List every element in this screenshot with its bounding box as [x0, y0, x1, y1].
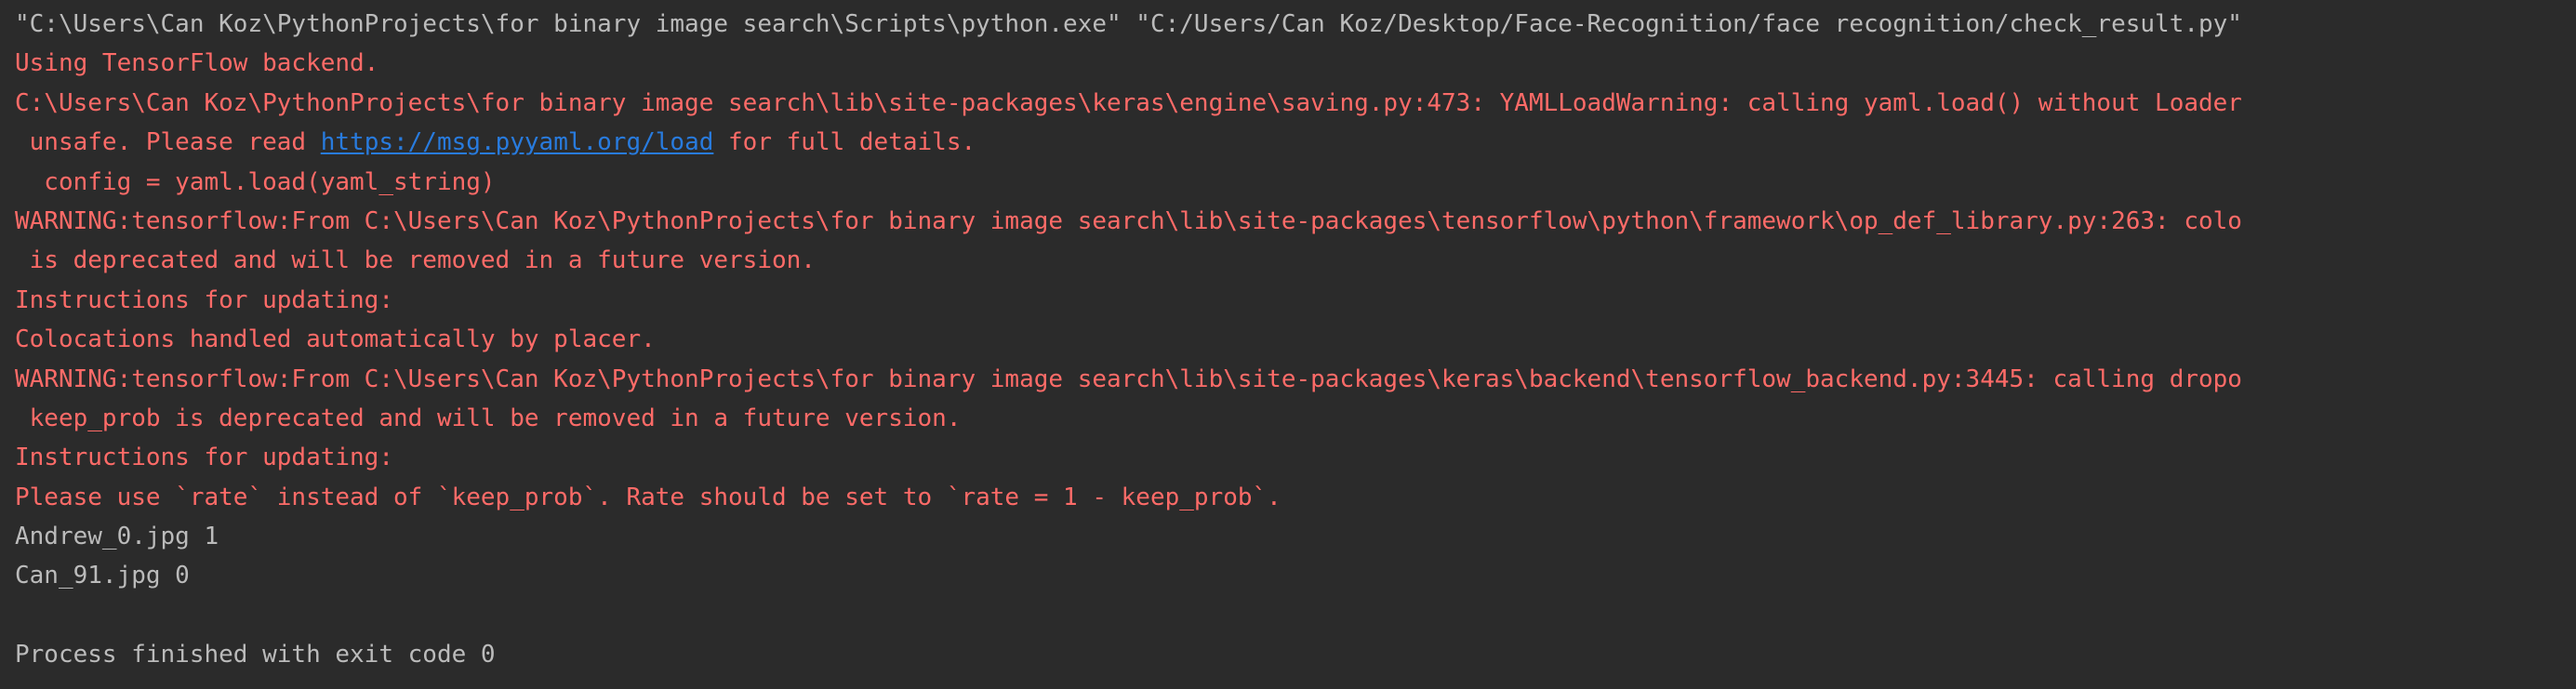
console-line-stderr: Please use `rate` instead of `keep_prob`… [15, 478, 2576, 517]
console-line-stderr: WARNING:tensorflow:From C:\Users\Can Koz… [15, 360, 2576, 399]
console-text: WARNING:tensorflow:From C:\Users\Can Koz… [15, 206, 2242, 235]
console-text: Instructions for updating: [15, 285, 393, 314]
console-line-stderr: unsafe. Please read https://msg.pyyaml.o… [15, 123, 2576, 162]
console-text: Colocations handled automatically by pla… [15, 325, 656, 354]
console-line-stderr: C:\Users\Can Koz\PythonProjects\for bina… [15, 84, 2576, 123]
console-line-stderr: Instructions for updating: [15, 281, 2576, 320]
console-text: Using TensorFlow backend. [15, 49, 379, 78]
console-text: "C:\Users\Can Koz\PythonProjects\for bin… [15, 10, 2242, 38]
console-line-stdout: Andrew_0.jpg 1 [15, 517, 2576, 556]
console-text: is deprecated and will be removed in a f… [15, 246, 816, 275]
console-text: for full details. [713, 128, 976, 157]
console-text: Please use `rate` instead of `keep_prob`… [15, 483, 1281, 511]
run-console-output[interactable]: "C:\Users\Can Koz\PythonProjects\for bin… [0, 0, 2576, 689]
console-link[interactable]: https://msg.pyyaml.org/load [321, 128, 714, 156]
console-text: WARNING:tensorflow:From C:\Users\Can Koz… [15, 364, 2242, 393]
console-line-stdout: "C:\Users\Can Koz\PythonProjects\for bin… [15, 5, 2576, 44]
console-text: Can_91.jpg 0 [15, 562, 190, 590]
console-line-stderr: is deprecated and will be removed in a f… [15, 241, 2576, 280]
console-line-stdout [15, 596, 2576, 635]
console-line-stderr: WARNING:tensorflow:From C:\Users\Can Koz… [15, 202, 2576, 241]
console-line-stderr: config = yaml.load(yaml_string) [15, 163, 2576, 202]
console-text: C:\Users\Can Koz\PythonProjects\for bina… [15, 88, 2242, 117]
console-line-stdout: Process finished with exit code 0 [15, 635, 2576, 674]
console-text: Instructions for updating: [15, 444, 393, 472]
console-line-stderr: keep_prob is deprecated and will be remo… [15, 399, 2576, 438]
console-line-stderr: Using TensorFlow backend. [15, 44, 2576, 83]
console-text: Andrew_0.jpg 1 [15, 523, 219, 551]
console-text: config = yaml.load(yaml_string) [15, 167, 496, 196]
console-text: keep_prob is deprecated and will be remo… [15, 404, 962, 432]
console-line-stdout: Can_91.jpg 0 [15, 556, 2576, 595]
console-text: unsafe. Please read [15, 128, 321, 157]
console-line-stderr: Instructions for updating: [15, 438, 2576, 477]
console-text: Process finished with exit code 0 [15, 641, 496, 669]
console-line-stderr: Colocations handled automatically by pla… [15, 320, 2576, 359]
